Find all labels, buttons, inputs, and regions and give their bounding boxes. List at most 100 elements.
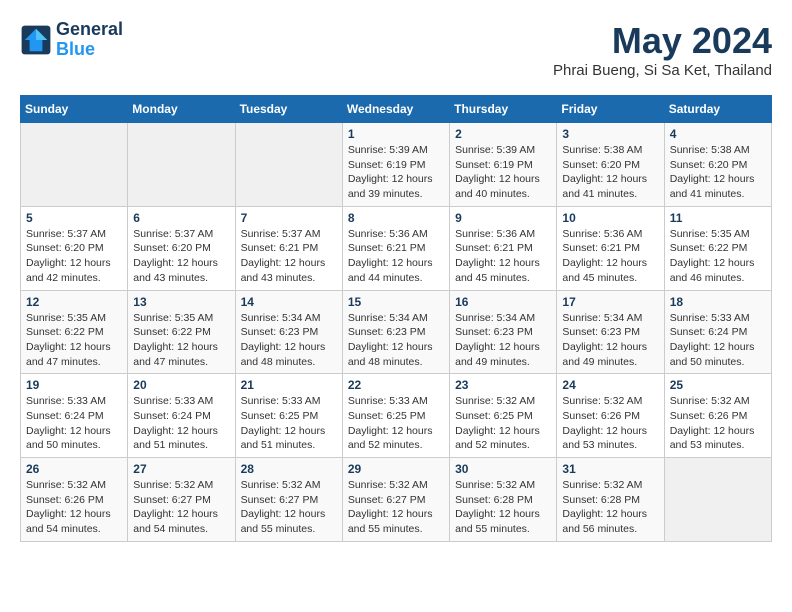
calendar-cell: 26Sunrise: 5:32 AMSunset: 6:26 PMDayligh… [21,458,128,542]
calendar-table: SundayMondayTuesdayWednesdayThursdayFrid… [20,95,772,542]
day-info: Sunrise: 5:37 AMSunset: 6:20 PMDaylight:… [133,227,229,286]
day-info: Sunrise: 5:33 AMSunset: 6:24 PMDaylight:… [133,394,229,453]
day-number: 1 [348,127,444,141]
logo-text: General Blue [56,20,123,60]
logo: General Blue [20,20,123,60]
col-header-thursday: Thursday [450,96,557,123]
calendar-cell: 18Sunrise: 5:33 AMSunset: 6:24 PMDayligh… [664,290,771,374]
location: Phrai Bueng, Si Sa Ket, Thailand [553,62,772,79]
day-info: Sunrise: 5:32 AMSunset: 6:28 PMDaylight:… [455,478,551,537]
day-number: 10 [562,211,658,225]
col-header-saturday: Saturday [664,96,771,123]
day-info: Sunrise: 5:32 AMSunset: 6:27 PMDaylight:… [348,478,444,537]
day-info: Sunrise: 5:32 AMSunset: 6:26 PMDaylight:… [562,394,658,453]
day-info: Sunrise: 5:32 AMSunset: 6:28 PMDaylight:… [562,478,658,537]
calendar-cell [235,123,342,207]
day-number: 11 [670,211,766,225]
day-info: Sunrise: 5:38 AMSunset: 6:20 PMDaylight:… [670,143,766,202]
day-number: 21 [241,378,337,392]
calendar-cell: 20 Sunrise: 5:33 AMSunset: 6:24 PMDayligh… [128,374,235,458]
calendar-cell: 23 Sunrise: 5:32 AMSunset: 6:25 PMDayligh… [450,374,557,458]
calendar-cell: 12 Sunrise: 5:35 AMSunset: 6:22 PMDayligh… [21,290,128,374]
day-number: 12 [26,295,122,309]
calendar-cell: 3 Sunrise: 5:38 AMSunset: 6:20 PMDaylight… [557,123,664,207]
day-number: 6 [133,211,229,225]
day-info: Sunrise: 5:34 AMSunset: 6:23 PMDaylight:… [562,311,658,370]
calendar-cell: 19Sunrise: 5:33 AMSunset: 6:24 PMDayligh… [21,374,128,458]
day-info: Sunrise: 5:32 AMSunset: 6:26 PMDaylight:… [670,394,766,453]
day-info: Sunrise: 5:32 AMSunset: 6:25 PMDaylight:… [455,394,551,453]
day-info: Sunrise: 5:36 AMSunset: 6:21 PMDaylight:… [348,227,444,286]
week-row-4: 19 Sunrise: 5:33 AMSunset: 6:24 PMDayligh… [21,374,772,458]
day-info: Sunrise: 5:38 AMSunset: 6:20 PMDaylight:… [562,143,658,202]
calendar-cell: 22 Sunrise: 5:33 AMSunset: 6:25 PMDayligh… [342,374,449,458]
day-number: 23 [455,378,551,392]
calendar-cell: 25 Sunrise: 5:32 AMSunset: 6:26 PMDayligh… [664,374,771,458]
day-number: 3 [562,127,658,141]
week-row-2: 5 Sunrise: 5:37 AMSunset: 6:20 PMDaylight… [21,206,772,290]
day-number: 31 [562,462,658,476]
day-number: 28 [241,462,337,476]
day-info: Sunrise: 5:33 AMSunset: 6:25 PMDaylight:… [348,394,444,453]
calendar-cell: 4 Sunrise: 5:38 AMSunset: 6:20 PMDaylight… [664,123,771,207]
calendar-cell: 27Sunrise: 5:32 AMSunset: 6:27 PMDayligh… [128,458,235,542]
day-number: 20 [133,378,229,392]
calendar-cell: 21 Sunrise: 5:33 AMSunset: 6:25 PMDayligh… [235,374,342,458]
day-info: Sunrise: 5:35 AMSunset: 6:22 PMDaylight:… [670,227,766,286]
col-header-monday: Monday [128,96,235,123]
calendar-cell: 16 Sunrise: 5:34 AMSunset: 6:23 PMDayligh… [450,290,557,374]
day-info: Sunrise: 5:32 AMSunset: 6:27 PMDaylight:… [241,478,337,537]
day-info: Sunrise: 5:32 AMSunset: 6:27 PMDaylight:… [133,478,229,537]
day-number: 17 [562,295,658,309]
day-number: 15 [348,295,444,309]
day-info: Sunrise: 5:39 AMSunset: 6:19 PMDaylight:… [455,143,551,202]
day-info: Sunrise: 5:37 AMSunset: 6:20 PMDaylight:… [26,227,122,286]
day-info: Sunrise: 5:33 AMSunset: 6:24 PMDaylight:… [670,311,766,370]
day-info: Sunrise: 5:35 AMSunset: 6:22 PMDaylight:… [133,311,229,370]
day-info: Sunrise: 5:35 AMSunset: 6:22 PMDaylight:… [26,311,122,370]
day-info: Sunrise: 5:34 AMSunset: 6:23 PMDaylight:… [348,311,444,370]
day-info: Sunrise: 5:34 AMSunset: 6:23 PMDaylight:… [455,311,551,370]
day-number: 29 [348,462,444,476]
day-number: 24 [562,378,658,392]
day-number: 9 [455,211,551,225]
calendar-cell: 1 Sunrise: 5:39 AMSunset: 6:19 PMDaylight… [342,123,449,207]
day-number: 4 [670,127,766,141]
week-row-3: 12 Sunrise: 5:35 AMSunset: 6:22 PMDayligh… [21,290,772,374]
week-row-1: 1 Sunrise: 5:39 AMSunset: 6:19 PMDaylight… [21,123,772,207]
calendar-cell: 14 Sunrise: 5:34 AMSunset: 6:23 PMDayligh… [235,290,342,374]
day-info: Sunrise: 5:37 AMSunset: 6:21 PMDaylight:… [241,227,337,286]
day-info: Sunrise: 5:33 AMSunset: 6:25 PMDaylight:… [241,394,337,453]
header-row: SundayMondayTuesdayWednesdayThursdayFrid… [21,96,772,123]
calendar-cell: 11 Sunrise: 5:35 AMSunset: 6:22 PMDayligh… [664,206,771,290]
calendar-cell: 31 Sunrise: 5:32 AMSunset: 6:28 PMDayligh… [557,458,664,542]
day-number: 5 [26,211,122,225]
day-number: 13 [133,295,229,309]
day-number: 22 [348,378,444,392]
day-info: Sunrise: 5:34 AMSunset: 6:23 PMDaylight:… [241,311,337,370]
day-number: 14 [241,295,337,309]
day-info: Sunrise: 5:39 AMSunset: 6:19 PMDaylight:… [348,143,444,202]
month-title: May 2024 [553,20,772,62]
calendar-cell: 8Sunrise: 5:36 AMSunset: 6:21 PMDaylight… [342,206,449,290]
calendar-cell: 15 Sunrise: 5:34 AMSunset: 6:23 PMDayligh… [342,290,449,374]
calendar-cell: 30Sunrise: 5:32 AMSunset: 6:28 PMDayligh… [450,458,557,542]
calendar-cell: 10 Sunrise: 5:36 AMSunset: 6:21 PMDayligh… [557,206,664,290]
day-info: Sunrise: 5:36 AMSunset: 6:21 PMDaylight:… [562,227,658,286]
day-number: 16 [455,295,551,309]
page-header: General Blue May 2024 Phrai Bueng, Si Sa… [20,20,772,79]
day-info: Sunrise: 5:32 AMSunset: 6:26 PMDaylight:… [26,478,122,537]
day-number: 7 [241,211,337,225]
calendar-cell: 24 Sunrise: 5:32 AMSunset: 6:26 PMDayligh… [557,374,664,458]
calendar-cell: 5 Sunrise: 5:37 AMSunset: 6:20 PMDaylight… [21,206,128,290]
logo-icon [20,24,52,56]
title-block: May 2024 Phrai Bueng, Si Sa Ket, Thailan… [553,20,772,79]
day-number: 25 [670,378,766,392]
calendar-cell [664,458,771,542]
day-number: 19 [26,378,122,392]
col-header-tuesday: Tuesday [235,96,342,123]
calendar-cell: 7 Sunrise: 5:37 AMSunset: 6:21 PMDaylight… [235,206,342,290]
week-row-5: 26Sunrise: 5:32 AMSunset: 6:26 PMDayligh… [21,458,772,542]
calendar-cell [21,123,128,207]
col-header-wednesday: Wednesday [342,96,449,123]
